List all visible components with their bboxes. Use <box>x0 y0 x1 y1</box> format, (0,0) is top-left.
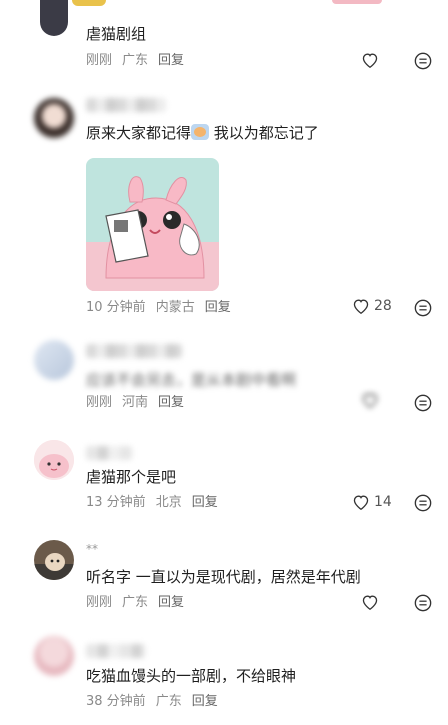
comment-time: 38 分钟前 <box>86 694 146 709</box>
comment-time: 13 分钟前 <box>86 495 146 510</box>
comment-item: ** 听名字 一直以为是现代剧，居然是年代剧 刚刚 广东 回复 <box>0 540 448 630</box>
like-count: 14 <box>374 494 392 510</box>
heart-outline-icon <box>362 393 378 408</box>
reply-button[interactable]: 回复 <box>192 495 218 510</box>
comment-item: 虐猫那个是吧 13 分钟前 北京 回复 14 <box>0 440 448 530</box>
avatar[interactable] <box>34 540 74 580</box>
like-button[interactable] <box>361 52 379 68</box>
heart-outline-icon <box>353 495 369 510</box>
reply-button[interactable]: 回复 <box>158 53 184 68</box>
comment-meta: 刚刚 河南 回复 <box>86 395 194 411</box>
more-button[interactable] <box>414 594 432 616</box>
more-button[interactable] <box>414 52 432 74</box>
comment-sticker-image <box>86 158 219 291</box>
comment-time: 刚刚 <box>86 595 113 610</box>
username[interactable]: ** <box>86 542 98 556</box>
comment-time: 10 分钟前 <box>86 300 146 315</box>
comment-location: 河南 <box>122 395 149 410</box>
comment-text: 虐猫那个是吧 <box>86 468 177 486</box>
avatar-image <box>34 540 74 580</box>
crying-emoji-icon <box>191 124 210 140</box>
more-button[interactable] <box>414 299 432 321</box>
reply-button[interactable]: 回复 <box>158 395 184 410</box>
more-dots-icon <box>414 394 432 412</box>
username[interactable] <box>86 644 146 658</box>
comment-meta: 10 分钟前 内蒙古 回复 <box>86 300 241 316</box>
like-count: 28 <box>374 298 392 314</box>
comment-image[interactable] <box>86 158 219 291</box>
comment-meta: 38 分钟前 广东 回复 <box>86 694 228 710</box>
comment-location: 广东 <box>122 595 149 610</box>
username[interactable] <box>86 98 166 112</box>
comment-item: 吃猫血馒头的一部剧，不给眼神 38 分钟前 广东 回复 <box>0 636 448 725</box>
avatar[interactable] <box>34 98 74 138</box>
comment-location: 广东 <box>122 53 149 68</box>
like-button[interactable] <box>361 392 379 408</box>
comment-location: 内蒙古 <box>155 300 195 315</box>
like-button[interactable]: 14 <box>352 494 392 510</box>
comment-location: 广东 <box>155 694 182 709</box>
avatar[interactable] <box>34 440 74 480</box>
comment-item: 原来大家都记得 我以为都忘记了 10 分钟前 内蒙古 回复 28 <box>0 90 448 330</box>
avatar-image <box>34 440 74 480</box>
comment-text: 应该不会另去，是从本剧中看啊 <box>86 371 297 389</box>
comment-text: 虐猫剧组 <box>86 25 147 43</box>
like-button[interactable]: 28 <box>352 298 392 314</box>
comment-text: 吃猫血馒头的一部剧，不给眼神 <box>86 667 297 685</box>
comment-time: 刚刚 <box>86 395 113 410</box>
avatar[interactable] <box>34 636 74 676</box>
comment-text: 听名字 一直以为是现代剧，居然是年代剧 <box>86 568 361 586</box>
heart-outline-icon <box>362 595 378 610</box>
comment-item: 虐猫剧组 刚刚 广东 回复 <box>0 0 448 80</box>
more-button[interactable] <box>414 494 432 516</box>
reply-button[interactable]: 回复 <box>192 694 218 709</box>
comment-time: 刚刚 <box>86 53 113 68</box>
heart-outline-icon <box>362 53 378 68</box>
more-dots-icon <box>414 494 432 512</box>
reply-button[interactable]: 回复 <box>205 300 231 315</box>
more-button[interactable] <box>414 394 432 416</box>
comment-location: 北京 <box>155 495 182 510</box>
reply-button[interactable]: 回复 <box>158 595 184 610</box>
comment-item: 应该不会另去，是从本剧中看啊 刚刚 河南 回复 <box>0 340 448 430</box>
more-dots-icon <box>414 594 432 612</box>
comment-meta: 刚刚 广东 回复 <box>86 53 194 69</box>
more-dots-icon <box>414 52 432 70</box>
comment-text: 原来大家都记得 我以为都忘记了 <box>86 124 319 142</box>
avatar[interactable] <box>34 340 74 380</box>
comment-meta: 13 分钟前 北京 回复 <box>86 495 228 511</box>
username[interactable] <box>86 446 132 460</box>
username[interactable] <box>86 344 182 358</box>
more-dots-icon <box>414 299 432 317</box>
like-button[interactable] <box>361 594 379 610</box>
comment-meta: 刚刚 广东 回复 <box>86 595 194 611</box>
heart-outline-icon <box>353 299 369 314</box>
